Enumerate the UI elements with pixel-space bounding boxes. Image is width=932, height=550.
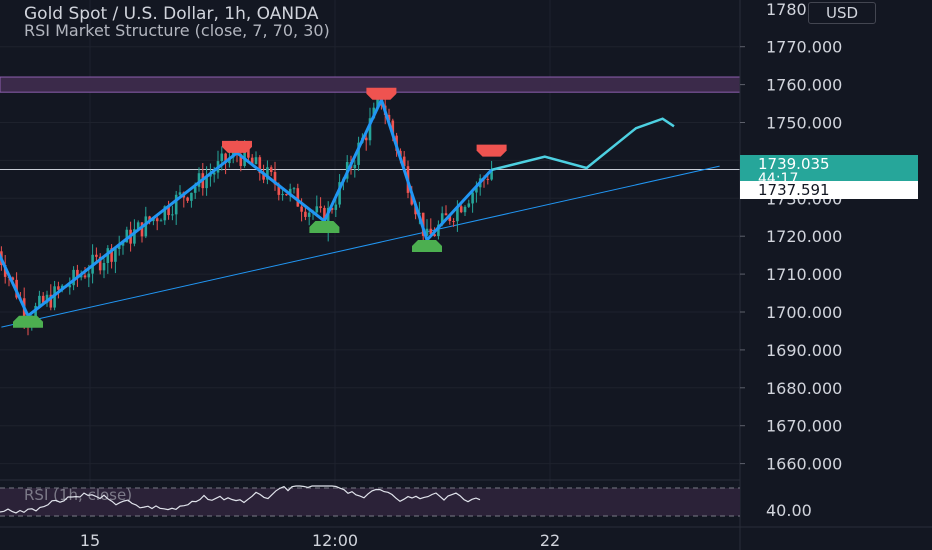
price-tick-label: 1660.000 bbox=[766, 455, 842, 474]
chart[interactable]: 1660.000 1670.000 1680.000 1690.000 1700.000… bbox=[0, 0, 932, 550]
price-tick-label: 1670.000 bbox=[766, 417, 842, 436]
rsi-axis-label: 40.00 bbox=[766, 501, 812, 520]
candle-body bbox=[296, 188, 300, 207]
candle-body bbox=[334, 204, 338, 210]
candle-body bbox=[467, 203, 471, 207]
candle-body bbox=[486, 178, 490, 180]
time-tick-label: 12:00 bbox=[312, 531, 358, 550]
candle-body bbox=[87, 273, 91, 278]
candle-body bbox=[155, 218, 159, 222]
price-tick-label: 1680.000 bbox=[766, 379, 842, 398]
price-tick-label: 1700.000 bbox=[766, 303, 842, 322]
swing-high-marker bbox=[222, 140, 252, 153]
swing-low-marker bbox=[412, 239, 442, 252]
candle-body bbox=[292, 188, 296, 190]
price-tick-label: 1770.000 bbox=[766, 38, 842, 57]
indicator-legend[interactable]: RSI Market Structure (close, 7, 70, 30) bbox=[24, 21, 330, 40]
rsi-legend: RSI (1h, close) bbox=[24, 486, 132, 504]
candle-body bbox=[95, 254, 98, 257]
price-tick-label: 1750.000 bbox=[766, 114, 842, 133]
candle-body bbox=[102, 263, 106, 271]
price-tick-label: 1720.000 bbox=[766, 227, 842, 246]
candle-body bbox=[304, 211, 307, 217]
last-price-value: 1737.591 bbox=[758, 181, 830, 199]
candle-body bbox=[159, 220, 163, 222]
candle-body bbox=[57, 286, 60, 290]
candle-body bbox=[452, 221, 455, 223]
price-tick-label: 1710.000 bbox=[766, 265, 842, 284]
price-tick-label: 1690.000 bbox=[766, 341, 842, 360]
candle-body bbox=[444, 213, 448, 216]
candle-body bbox=[300, 206, 303, 212]
candle-body bbox=[315, 206, 319, 213]
swing-high-marker bbox=[476, 144, 507, 157]
candle-body bbox=[186, 197, 189, 201]
swing-high-marker bbox=[366, 87, 397, 100]
candle-body bbox=[459, 206, 463, 213]
currency-button[interactable]: USD bbox=[808, 2, 876, 24]
candle-body bbox=[190, 192, 193, 201]
time-tick-label: 22 bbox=[540, 531, 560, 550]
candle-body bbox=[269, 167, 273, 173]
swing-low-marker bbox=[309, 221, 340, 234]
candle-body bbox=[307, 212, 311, 217]
candle-body bbox=[285, 194, 288, 196]
last-price-badge: 1737.591 bbox=[740, 181, 918, 199]
price-tick-label: 1760.000 bbox=[766, 76, 842, 95]
candle-body bbox=[114, 248, 117, 262]
candle-body bbox=[220, 153, 224, 162]
candle-body bbox=[319, 206, 322, 208]
candle-body bbox=[471, 192, 474, 204]
candle-body bbox=[281, 194, 284, 196]
time-tick-label: 15 bbox=[80, 531, 100, 550]
candle-body bbox=[254, 157, 258, 165]
candle-body bbox=[171, 214, 174, 216]
candle-body bbox=[353, 164, 357, 169]
candle-body bbox=[72, 269, 75, 286]
swing-low-marker bbox=[13, 315, 43, 328]
candle-body bbox=[463, 206, 467, 213]
candle-body bbox=[364, 137, 368, 141]
candle-body bbox=[178, 192, 182, 195]
candle-body bbox=[83, 275, 87, 278]
